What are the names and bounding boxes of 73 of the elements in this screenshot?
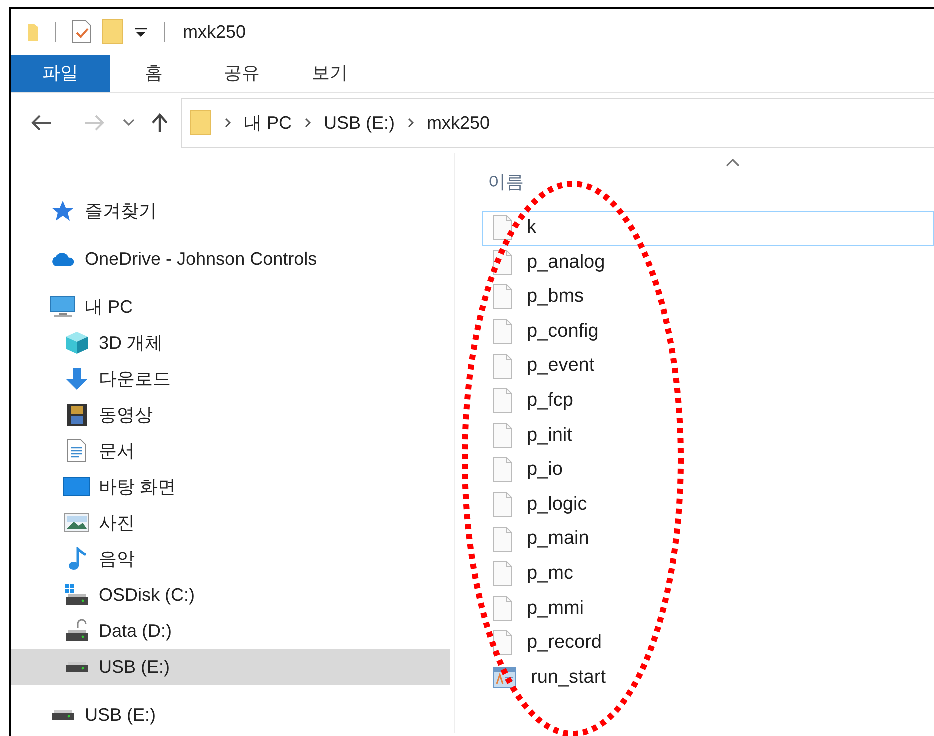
file-row[interactable]: p_event [482, 349, 934, 384]
photo-icon [64, 513, 90, 533]
file-icon [493, 492, 513, 518]
file-icon [493, 284, 513, 310]
breadcrumb[interactable]: 내 PC [244, 110, 292, 136]
file-row[interactable]: p_fcp [482, 384, 934, 419]
sidebar-item[interactable]: 문서 [11, 433, 450, 469]
file-icon [493, 215, 513, 242]
file-row[interactable]: p_bms [482, 280, 934, 315]
sidebar-item[interactable]: USB (E:) [11, 697, 450, 733]
drive-icon [64, 619, 90, 643]
computer-icon [50, 296, 76, 318]
file-icon [493, 422, 513, 449]
file-row[interactable]: p_main [482, 522, 934, 557]
file-icon [493, 388, 513, 414]
breadcrumb[interactable]: mxk250 [427, 110, 490, 136]
file-row[interactable]: p_config [482, 314, 934, 350]
file-icon [493, 457, 513, 484]
recent-dropdown-icon[interactable] [123, 119, 135, 127]
sidebar-item[interactable]: USB (E:) [11, 649, 450, 685]
file-icon [493, 319, 513, 346]
file-row[interactable]: p_record [482, 626, 934, 661]
star-icon [51, 200, 75, 222]
breadcrumb[interactable]: USB (E:) [324, 110, 396, 136]
back-icon[interactable] [31, 114, 53, 132]
cube-icon [65, 331, 89, 355]
sidebar-item[interactable]: OneDrive - Johnson Controls [11, 241, 450, 277]
sidebar-item[interactable]: 내 PC [11, 289, 450, 325]
sidebar-item[interactable]: OSDisk (C:) [11, 577, 450, 613]
column-header[interactable]: 이름 [488, 169, 524, 196]
file-icon [493, 596, 513, 622]
sidebar-item[interactable]: 동영상 [11, 397, 450, 433]
sidebar-item[interactable]: 바탕 화면 [11, 469, 450, 505]
window-title: mxk250 [183, 20, 246, 44]
file-row[interactable]: p_mmi [482, 592, 934, 626]
drive-icon [64, 583, 90, 607]
drive-icon [64, 661, 90, 673]
sidebar-item[interactable]: 즐겨찾기 [11, 193, 450, 229]
file-row[interactable]: p_io [482, 453, 934, 488]
dropdown-icon[interactable] [134, 26, 148, 38]
film-icon [66, 403, 88, 427]
ribbon-tab[interactable]: 보기 [286, 55, 374, 92]
sidebar-item[interactable]: 다운로드 [11, 361, 450, 397]
document-icon [67, 439, 87, 463]
checklist-icon[interactable] [72, 20, 92, 44]
folder-icon [190, 110, 212, 136]
chevron-right-icon [407, 118, 416, 128]
file-row[interactable]: p_analog [482, 246, 934, 280]
file-row[interactable]: p_mc [482, 556, 934, 592]
ribbon-tab[interactable]: 공유 [198, 55, 286, 92]
file-row[interactable]: run_start [482, 660, 934, 696]
cloud-icon [50, 251, 76, 267]
file-icon [493, 630, 513, 656]
chevron-right-icon [304, 118, 312, 128]
sidebar-item[interactable]: Data (D:) [11, 613, 450, 649]
file-icon [493, 561, 513, 588]
drive-icon [50, 709, 76, 721]
music-note-icon [67, 547, 87, 571]
ribbon-tab[interactable]: 홈 [110, 55, 198, 92]
sort-caret-icon [726, 159, 740, 167]
file-icon [493, 526, 513, 553]
file-row[interactable]: p_logic [482, 488, 934, 522]
ribbon-tab[interactable]: 파일 [11, 55, 110, 92]
file-icon [493, 354, 513, 380]
up-icon[interactable] [151, 113, 169, 133]
download-arrow-icon [65, 367, 89, 391]
file-row[interactable]: p_init [482, 418, 934, 454]
desktop-icon [63, 477, 91, 497]
sidebar-item[interactable]: 음악 [11, 541, 450, 577]
sidebar-item[interactable]: 사진 [11, 505, 450, 541]
file-row[interactable]: k [482, 211, 934, 246]
sidebar-item[interactable]: 3D 개체 [11, 325, 450, 361]
chevron-right-icon [224, 118, 232, 128]
